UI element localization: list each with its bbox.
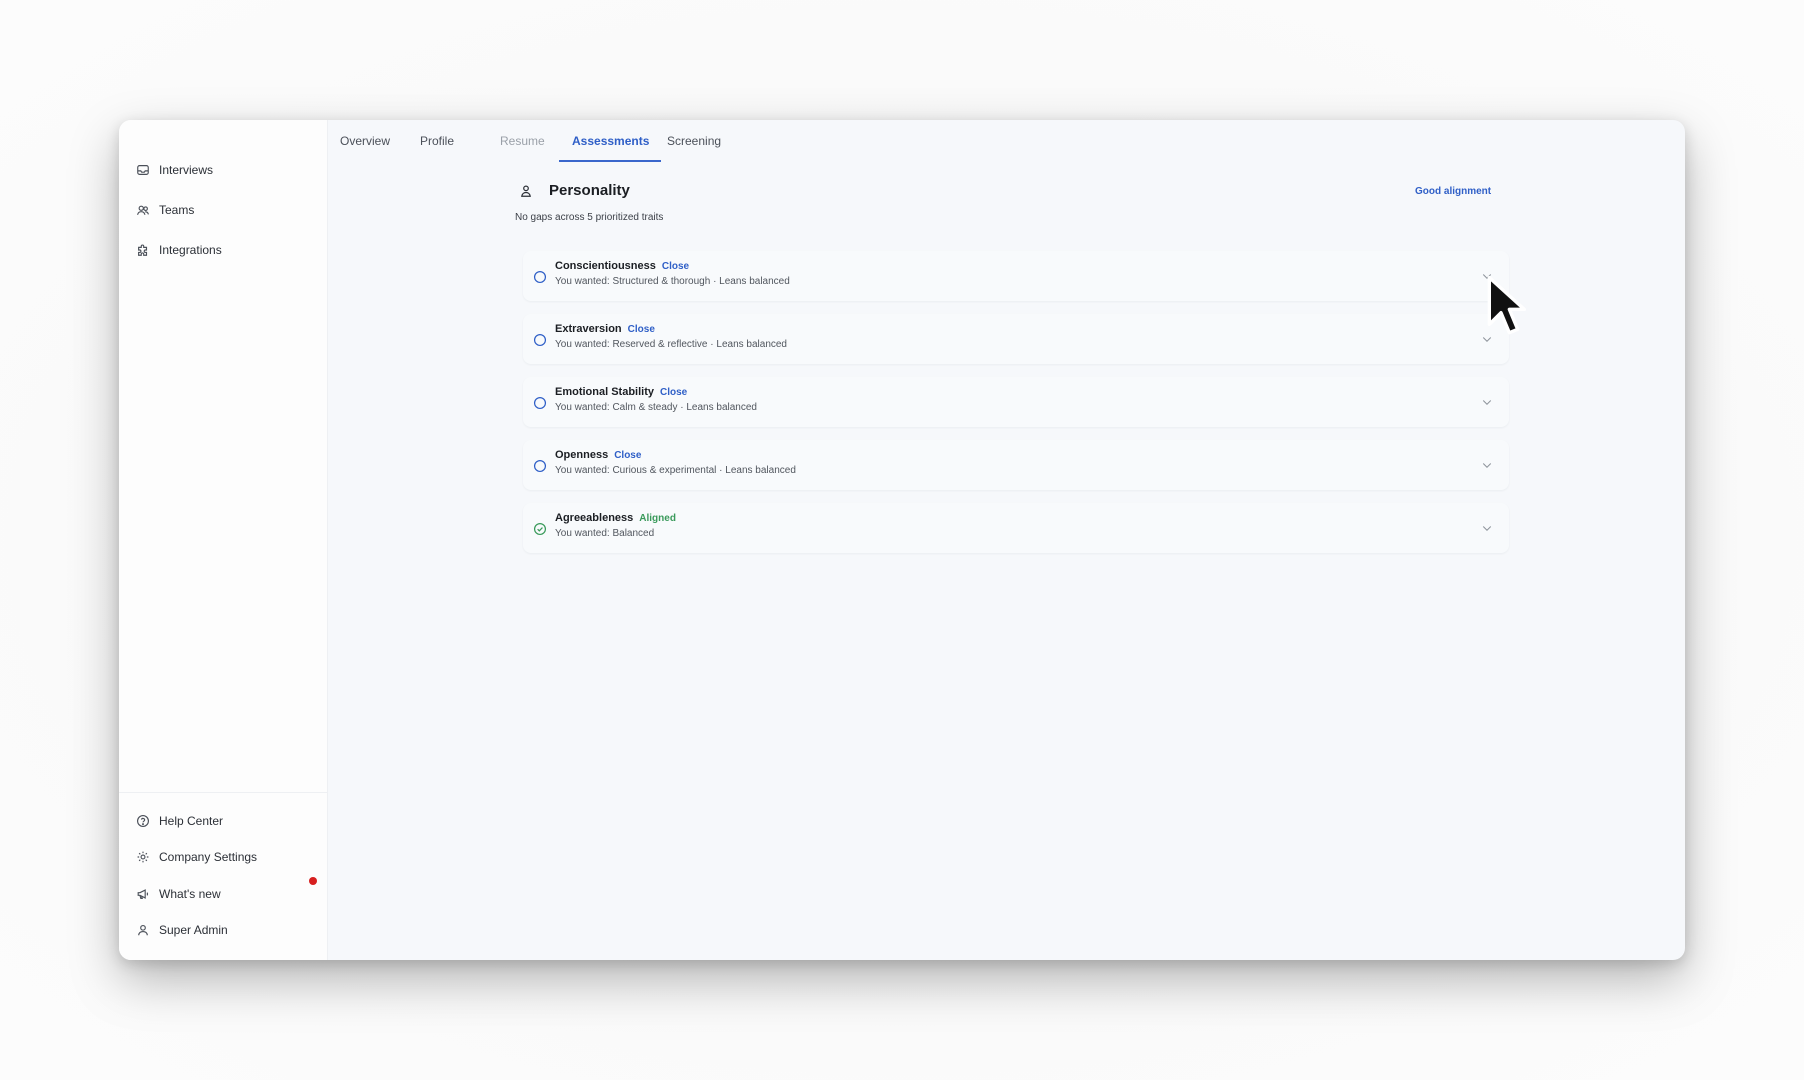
- inbox-icon: [137, 165, 149, 175]
- trait-name: Openness: [555, 449, 609, 461]
- tab-overview[interactable]: Overview: [340, 134, 390, 148]
- megaphone-icon: [137, 889, 149, 899]
- trait-match-label: Close: [627, 324, 655, 335]
- sidebar-item-label: Help Center: [159, 814, 224, 828]
- section-title: Personality: [549, 182, 630, 199]
- trait-name-line: Conscientiousness Close: [555, 260, 689, 272]
- trait-detail: You wanted: Curious & experimental · Lea…: [555, 465, 796, 476]
- trait-detail: You wanted: Balanced: [555, 528, 655, 539]
- tab-profile[interactable]: Profile: [420, 134, 454, 148]
- sidebar-item-label: Teams: [159, 203, 195, 217]
- puzzle-icon: [138, 244, 148, 256]
- mouse-pointer-icon: [1487, 275, 1526, 335]
- tab-resume[interactable]: Resume: [500, 134, 545, 148]
- trait-name: Conscientiousness: [555, 260, 656, 272]
- trait-name-line: Emotional Stability Close: [555, 386, 687, 398]
- sidebar-item-help-center[interactable]: Help Center: [136, 809, 223, 833]
- trait-match-label: Close: [614, 450, 642, 461]
- trait-name: Extraversion: [555, 323, 622, 335]
- user-icon: [138, 924, 148, 936]
- trait-detail: You wanted: Calm & steady · Leans balanc…: [555, 402, 757, 413]
- chevron-down-icon[interactable]: [1481, 522, 1493, 534]
- trait-row-agreeableness[interactable]: Agreeableness Aligned You wanted: Balance…: [523, 503, 1509, 553]
- sidebar-divider: [119, 792, 327, 793]
- trait-match-label: Aligned: [639, 513, 676, 524]
- users-icon: [137, 205, 149, 215]
- trait-row-extraversion[interactable]: Extraversion Close You wanted: Reserved &…: [523, 314, 1509, 364]
- tab-bar: Overview Profile Resume Assessments Scre…: [327, 120, 1685, 162]
- sidebar-item-integrations[interactable]: Integrations: [136, 238, 222, 262]
- check-circle-icon: [533, 522, 547, 536]
- trait-detail: You wanted: Structured & thorough · Lean…: [555, 276, 790, 287]
- help-circle-icon: [137, 815, 149, 827]
- trait-match-label: Close: [661, 261, 690, 272]
- trait-name-line: Agreeableness Aligned: [555, 512, 676, 524]
- circle-outline-icon: [533, 396, 547, 410]
- trait-row-conscientiousness[interactable]: Conscientiousness Close You wanted: Struc…: [523, 251, 1509, 301]
- sidebar-item-teams[interactable]: Teams: [136, 198, 194, 222]
- user-icon: [521, 185, 531, 197]
- trait-name-line: Openness Close: [555, 449, 641, 461]
- trait-row-openness[interactable]: Openness Close You wanted: Curious & expe…: [523, 440, 1509, 490]
- sidebar-item-company-settings[interactable]: Company Settings: [136, 845, 257, 869]
- sidebar-item-whats-new[interactable]: What's new: [136, 882, 221, 906]
- notification-dot: [309, 877, 317, 885]
- circle-outline-icon: [533, 333, 547, 347]
- sidebar-item-label: What's new: [159, 887, 221, 901]
- sidebar-item-label: Company Settings: [159, 850, 258, 864]
- tab-assessments[interactable]: Assessments: [572, 134, 649, 148]
- sidebar-item-interviews[interactable]: Interviews: [136, 158, 213, 182]
- trait-detail: You wanted: Reserved & reflective · Lean…: [555, 339, 787, 350]
- chevron-down-icon[interactable]: [1481, 396, 1493, 408]
- section-subtitle: No gaps across 5 prioritized traits: [515, 212, 664, 223]
- circle-outline-icon: [533, 459, 547, 473]
- trait-row-emotional-stability[interactable]: Emotional Stability Close You wanted: Cal…: [523, 377, 1509, 427]
- circle-outline-icon: [533, 270, 547, 284]
- alignment-badge: Good alignment: [1415, 186, 1492, 197]
- sidebar-item-label: Interviews: [159, 163, 214, 177]
- sidebar-item-label: Integrations: [159, 243, 222, 257]
- trait-name-line: Extraversion Close: [555, 323, 655, 335]
- tab-screening[interactable]: Screening: [667, 134, 721, 148]
- app-window: Interviews Teams Integrations Help Cente…: [119, 120, 1685, 960]
- sidebar: Interviews Teams Integrations Help Cente…: [119, 120, 328, 960]
- trait-name: Emotional Stability: [555, 386, 655, 398]
- gear-icon: [137, 851, 149, 863]
- chevron-down-icon[interactable]: [1481, 459, 1493, 471]
- trait-name: Agreeableness: [555, 512, 634, 524]
- active-tab-indicator: [559, 160, 661, 162]
- sidebar-item-label: Super Admin: [159, 923, 228, 937]
- sidebar-item-super-admin[interactable]: Super Admin: [136, 918, 228, 942]
- trait-match-label: Close: [660, 387, 688, 398]
